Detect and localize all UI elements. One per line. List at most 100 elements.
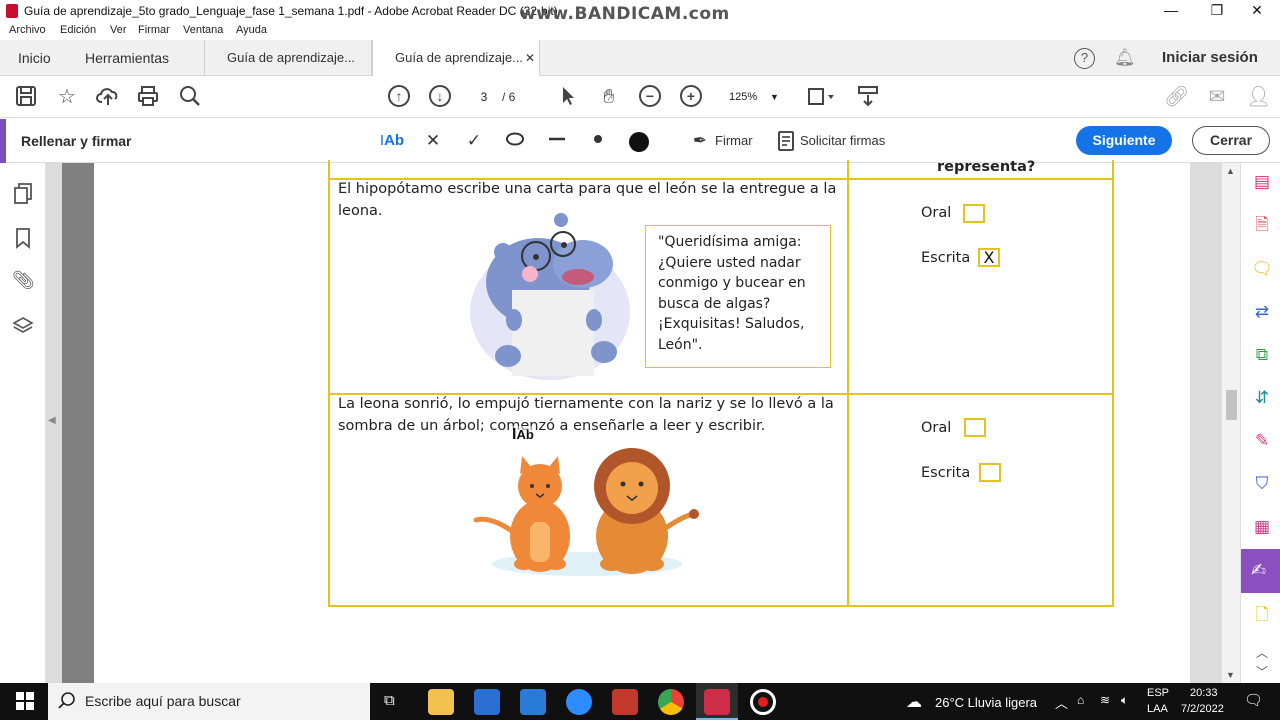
tab-home[interactable]: Inicio: [18, 40, 51, 76]
create-pdf-icon[interactable]: 🗎︎: [1251, 214, 1273, 236]
chevron-down-icon[interactable]: ﹀: [1251, 661, 1273, 683]
row-1-text-line-2: leona.: [338, 203, 383, 219]
request-signatures-icon[interactable]: [775, 131, 797, 151]
combine-files-icon[interactable]: ⧉: [1251, 344, 1273, 366]
menu-ventana[interactable]: Ventana: [183, 24, 223, 36]
powerpoint-icon[interactable]: [612, 689, 638, 715]
clock-date[interactable]: 7/2/2022: [1181, 703, 1224, 715]
weather-cloud-icon[interactable]: ☁︎: [906, 692, 922, 712]
protect-icon[interactable]: ⛉: [1251, 473, 1273, 495]
check-mark-icon[interactable]: ✓: [463, 131, 485, 151]
microsoft-store-icon[interactable]: [474, 689, 500, 715]
volume-icon[interactable]: 🔈︎: [1121, 693, 1128, 708]
line-icon[interactable]: [546, 131, 568, 151]
zoom-out-icon[interactable]: −: [639, 85, 661, 107]
taskbar-search-box[interactable]: Escribe aquí para buscar: [48, 683, 370, 720]
task-view-icon[interactable]: ⧉: [384, 692, 395, 709]
mail-icon[interactable]: [520, 689, 546, 715]
close-window-button[interactable]: ✕: [1234, 0, 1280, 22]
page-number-input[interactable]: 3: [470, 86, 498, 108]
cross-mark-icon[interactable]: ✕: [422, 131, 444, 151]
page-fit-icon[interactable]: [806, 85, 834, 109]
previous-page-icon[interactable]: ↑: [388, 85, 410, 107]
record-dot-icon: [758, 697, 768, 707]
more-tools-icon[interactable]: 🗋︎: [1251, 604, 1273, 626]
row-1-written-checkbox[interactable]: X: [978, 248, 1000, 267]
letter-line-5: ¡Exquisitas! Saludos,: [658, 316, 805, 332]
row-1-oral-checkbox[interactable]: [963, 204, 985, 223]
collapse-left-pane-icon[interactable]: ◀: [48, 415, 56, 426]
row-2-written-checkbox[interactable]: [979, 463, 1001, 482]
menu-edicion[interactable]: Edición: [60, 24, 96, 36]
row-2-oral-checkbox[interactable]: [964, 418, 986, 437]
comment-icon[interactable]: 🗨︎: [1251, 258, 1273, 280]
bandicam-icon[interactable]: [750, 689, 776, 715]
request-signatures-button[interactable]: Solicitar firmas: [800, 133, 885, 148]
layers-icon[interactable]: [12, 315, 34, 337]
zoom-in-icon[interactable]: +: [680, 85, 702, 107]
tab-tools[interactable]: Herramientas: [85, 40, 169, 76]
menu-ayuda[interactable]: Ayuda: [236, 24, 267, 36]
color-picker-icon[interactable]: [628, 131, 650, 152]
star-icon[interactable]: ☆: [55, 85, 79, 109]
email-icon[interactable]: ✉︎: [1205, 85, 1229, 109]
weather-text[interactable]: 26°C Lluvia ligera: [935, 695, 1037, 710]
search-icon[interactable]: [178, 85, 202, 109]
help-icon[interactable]: ?: [1074, 48, 1095, 69]
language-code[interactable]: ESP: [1147, 687, 1169, 699]
menu-firmar[interactable]: Firmar: [138, 24, 170, 36]
export-pdf-icon[interactable]: ⇄: [1251, 301, 1273, 323]
network-icon[interactable]: ⌂: [1077, 693, 1084, 707]
tray-expand-icon[interactable]: ︿: [1055, 693, 1068, 712]
text-tool-icon[interactable]: IAb: [379, 131, 405, 151]
menu-archivo[interactable]: Archivo: [9, 24, 46, 36]
close-fill-sign-button[interactable]: Cerrar: [1192, 126, 1270, 155]
prepare-form-icon[interactable]: ▦: [1251, 516, 1273, 538]
select-cursor-icon[interactable]: [556, 85, 580, 109]
vertical-scrollbar[interactable]: [1222, 163, 1240, 683]
file-explorer-icon[interactable]: [428, 689, 454, 715]
sign-button[interactable]: Firmar: [715, 133, 753, 148]
tab-document-2[interactable]: Guía de aprendizaje... ✕: [372, 40, 540, 77]
save-icon[interactable]: [14, 85, 38, 109]
tab-bar: Inicio Herramientas Guía de aprendizaje.…: [0, 40, 1280, 77]
cloud-upload-icon[interactable]: [96, 85, 120, 109]
zoom-app-icon[interactable]: [566, 689, 592, 715]
link-icon[interactable]: 🔗︎: [1164, 85, 1189, 109]
next-page-icon[interactable]: ↓: [429, 85, 451, 107]
zoom-select[interactable]: 125% ▼: [720, 86, 780, 108]
text-tool-label: Ab: [384, 132, 405, 149]
minimize-button[interactable]: —: [1148, 0, 1194, 22]
text-tool-cursor-label: Ab: [516, 427, 534, 442]
edit-pdf-icon[interactable]: ✎: [1251, 430, 1273, 452]
scroll-up-arrow-icon[interactable]: ▲: [1226, 166, 1235, 176]
circle-icon[interactable]: [504, 131, 526, 151]
fill-sign-tool-active[interactable]: ✍︎: [1241, 549, 1280, 593]
menu-ver[interactable]: Ver: [110, 24, 127, 36]
keyboard-layout[interactable]: LAA: [1147, 703, 1168, 715]
attachment-icon[interactable]: 📎︎: [12, 270, 35, 292]
notifications-icon[interactable]: 🗨︎: [1244, 691, 1263, 709]
page-thumbnails-icon[interactable]: [12, 183, 34, 205]
compress-pdf-icon[interactable]: ⇵: [1251, 387, 1273, 409]
sign-pen-icon[interactable]: ✒︎: [689, 131, 711, 151]
print-icon[interactable]: [136, 85, 160, 109]
share-user-icon[interactable]: 👤︎: [1246, 85, 1271, 109]
tab-document-1[interactable]: Guía de aprendizaje...: [204, 40, 372, 76]
chrome-icon[interactable]: [658, 689, 684, 715]
clock-time[interactable]: 20:33: [1190, 687, 1218, 699]
next-button[interactable]: Siguiente: [1076, 126, 1172, 155]
close-tab-icon[interactable]: ✕: [525, 40, 535, 76]
windows-start-icon[interactable]: [16, 692, 34, 715]
hand-tool-icon[interactable]: ✋︎: [597, 85, 621, 109]
organize-pages-icon[interactable]: ▤: [1251, 171, 1273, 193]
scrolling-mode-icon[interactable]: [856, 85, 880, 109]
scroll-down-arrow-icon[interactable]: ▼: [1226, 670, 1235, 680]
scrollbar-thumb[interactable]: [1226, 390, 1237, 420]
right-tools-panel: ▤ 🗎︎ 🗨︎ ⇄ ⧉ ⇵ ✎ ⛉ ▦ ✍︎ 🗋︎ ︿ ﹀: [1240, 163, 1280, 683]
wifi-icon[interactable]: ≋: [1100, 693, 1110, 707]
bell-icon[interactable]: 🔔︎: [1114, 48, 1136, 68]
bookmark-icon[interactable]: [12, 227, 34, 249]
dot-icon[interactable]: [587, 131, 609, 151]
sign-in-link[interactable]: Iniciar sesión: [1162, 40, 1258, 76]
